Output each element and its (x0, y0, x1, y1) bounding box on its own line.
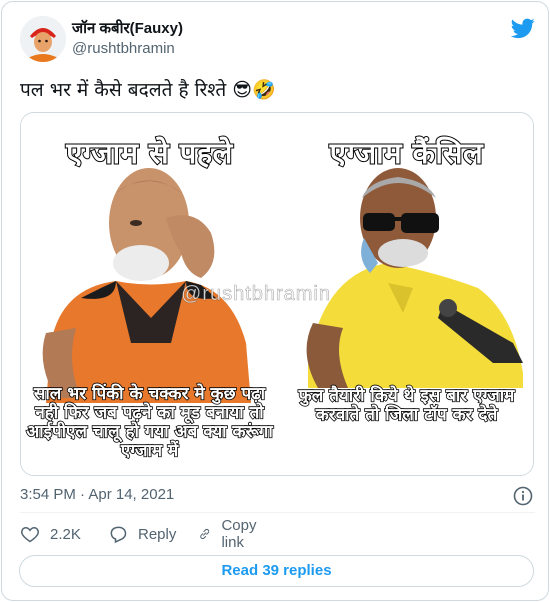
image-watermark: @rushtbhramin (181, 283, 332, 306)
tweet-timestamp[interactable]: 3:54 PM · Apr 14, 2021 (20, 486, 174, 503)
reply-button[interactable]: Reply (108, 522, 176, 546)
tweet-text: पल भर में कैसे बदलते है रिश्ते 😎🤣 (20, 79, 276, 101)
divider (20, 512, 535, 513)
info-icon[interactable] (513, 486, 533, 506)
tweet-header: जॉन कबीर(Fauxy) @rushtbhramin (20, 14, 535, 66)
tweet-media-image[interactable]: एग्जाम से पहले साल भर पिंकी के चक्कर मे … (20, 112, 534, 476)
author-handle[interactable]: @rushtbhramin (72, 40, 175, 57)
heart-icon (21, 526, 39, 543)
like-count: 2.2K (50, 525, 81, 543)
tweet-meta: 3:54 PM · Apr 14, 2021 (20, 486, 535, 506)
copy-link-label: Copy link (221, 517, 257, 551)
tweet-card: जॉन कबीर(Fauxy) @rushtbhramin पल भर में … (1, 1, 549, 601)
link-icon (200, 528, 210, 540)
meme-right-caption: फुल तैयारी किये थे इस बार एग्जाम करवाते … (298, 386, 515, 426)
reply-bubble-icon (110, 526, 127, 544)
twitter-bird-icon[interactable] (510, 16, 535, 40)
meme-left-caption: साल भर पिंकी के चक्कर मे कुछ पढ़ा नही फि… (25, 384, 273, 462)
meme-right-title: एग्जाम कैंसिल (329, 135, 484, 171)
like-button[interactable]: 2.2K (20, 522, 81, 546)
author-name[interactable]: जॉन कबीर(Fauxy) (72, 18, 183, 38)
reply-label: Reply (138, 525, 177, 543)
copy-link-button[interactable]: Copy link (198, 517, 263, 551)
author-avatar[interactable] (20, 16, 66, 62)
read-replies-button[interactable]: Read 39 replies (19, 555, 534, 587)
meme-left-title: एग्जाम से पहले (65, 135, 233, 171)
